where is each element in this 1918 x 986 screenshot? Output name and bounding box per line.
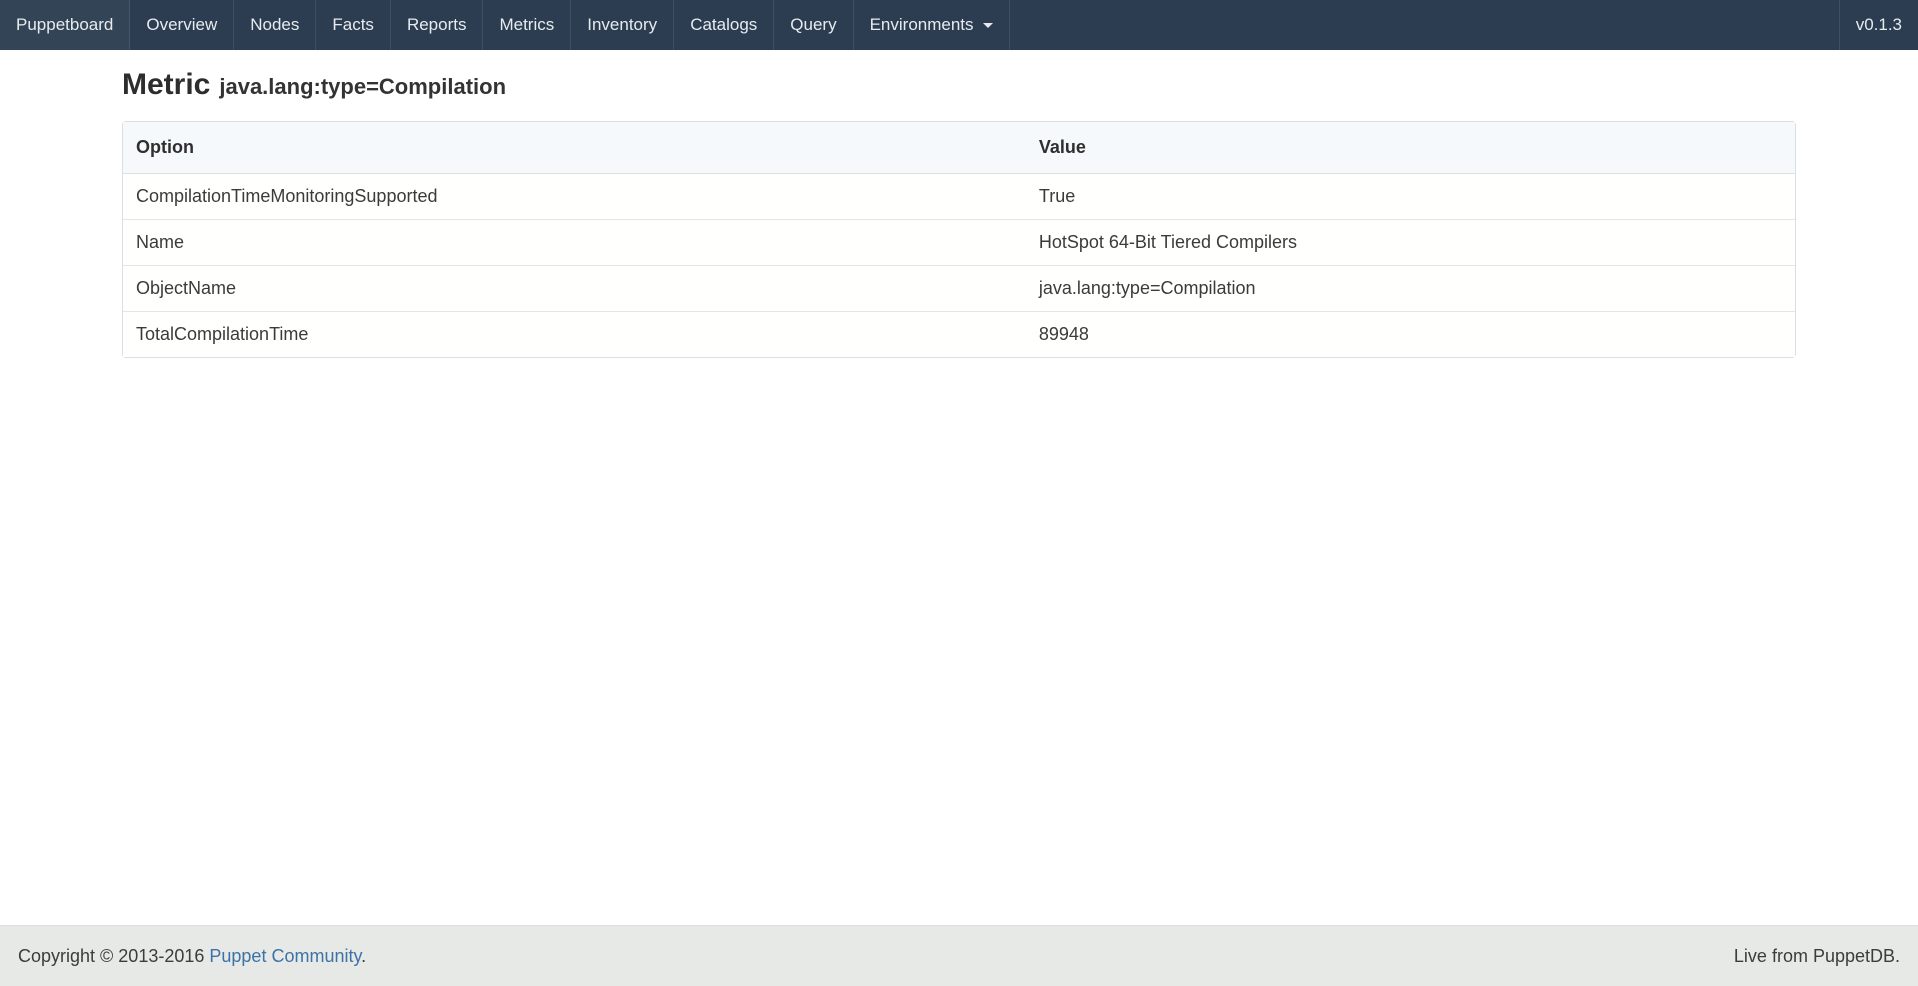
- page-title: Metric java.lang:type=Compilation: [122, 66, 1796, 106]
- puppetdb-status-text: Live from PuppetDB.: [1734, 946, 1900, 967]
- value-cell: HotSpot 64-Bit Tiered Compilers: [1026, 219, 1795, 265]
- table-header-row: Option Value: [123, 122, 1795, 174]
- puppet-community-link[interactable]: Puppet Community: [209, 946, 361, 966]
- nav-item-catalogs[interactable]: Catalogs: [674, 0, 774, 50]
- nav-item-inventory[interactable]: Inventory: [571, 0, 674, 50]
- table-row: TotalCompilationTime 89948: [123, 311, 1795, 357]
- option-cell: CompilationTimeMonitoringSupported: [123, 174, 1026, 219]
- option-cell: TotalCompilationTime: [123, 311, 1026, 357]
- nav-item-facts[interactable]: Facts: [316, 0, 391, 50]
- metric-table: Option Value CompilationTimeMonitoringSu…: [122, 121, 1796, 358]
- nav-item-metrics[interactable]: Metrics: [483, 0, 571, 50]
- page-footer: Copyright © 2013-2016 Puppet Community. …: [0, 925, 1918, 986]
- copyright-prefix: Copyright © 2013-2016: [18, 946, 209, 966]
- top-navbar: Puppetboard Overview Nodes Facts Reports…: [0, 0, 1918, 50]
- nav-item-nodes[interactable]: Nodes: [234, 0, 316, 50]
- table-row: CompilationTimeMonitoringSupported True: [123, 174, 1795, 219]
- page-title-text: Metric: [122, 68, 210, 101]
- value-cell: True: [1026, 174, 1795, 219]
- caret-down-icon: [983, 23, 993, 28]
- value-cell: java.lang:type=Compilation: [1026, 265, 1795, 311]
- nav-dropdown-environments-label: Environments: [870, 15, 974, 35]
- copyright-suffix: .: [361, 946, 366, 966]
- copyright-text: Copyright © 2013-2016 Puppet Community.: [18, 946, 366, 967]
- nav-item-query[interactable]: Query: [774, 0, 853, 50]
- nav-item-overview[interactable]: Overview: [130, 0, 234, 50]
- option-cell: Name: [123, 219, 1026, 265]
- value-cell: 89948: [1026, 311, 1795, 357]
- column-header-value: Value: [1026, 122, 1795, 174]
- table-row: Name HotSpot 64-Bit Tiered Compilers: [123, 219, 1795, 265]
- page-subtitle-metric-name: java.lang:type=Compilation: [219, 74, 506, 99]
- column-header-option: Option: [123, 122, 1026, 174]
- nav-brand-puppetboard[interactable]: Puppetboard: [0, 0, 130, 50]
- nav-menu: Puppetboard Overview Nodes Facts Reports…: [0, 0, 1010, 50]
- main-content: Metric java.lang:type=Compilation Option …: [0, 50, 1918, 925]
- nav-dropdown-environments[interactable]: Environments: [854, 0, 1010, 50]
- option-cell: ObjectName: [123, 265, 1026, 311]
- nav-spacer: [1010, 0, 1839, 50]
- table-row: ObjectName java.lang:type=Compilation: [123, 265, 1795, 311]
- nav-item-reports[interactable]: Reports: [391, 0, 484, 50]
- version-badge: v0.1.3: [1839, 0, 1918, 50]
